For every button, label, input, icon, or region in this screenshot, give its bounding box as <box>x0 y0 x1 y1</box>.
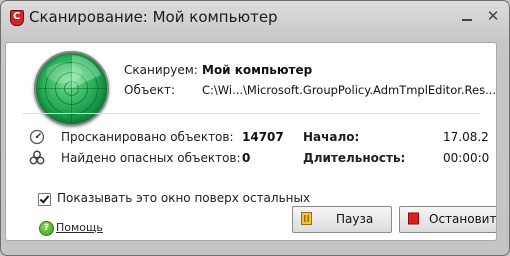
start-label: Начало: <box>303 130 360 144</box>
app-shield-icon <box>10 10 24 26</box>
stop-label: Остановить <box>429 212 497 226</box>
on-top-checkbox[interactable] <box>38 193 51 206</box>
minimize-button[interactable] <box>459 9 475 23</box>
biohazard-icon <box>29 150 45 165</box>
object-path: C:\Wi...\Microsoft.GroupPolicy.AdmTmplEd… <box>202 83 497 97</box>
scan-window: Сканирование: Мой компьютер ✕ Сканируем:… <box>0 0 510 256</box>
help-icon[interactable]: ? <box>39 221 54 236</box>
duration-label: Длительность: <box>303 151 406 165</box>
close-button[interactable]: ✕ <box>485 9 501 24</box>
on-top-label[interactable]: Показывать это окно поверх остальных <box>57 191 310 205</box>
pause-label: Пауза <box>336 212 374 226</box>
pause-button[interactable]: Пауза <box>292 206 392 233</box>
minimize-icon <box>462 19 472 21</box>
help-link[interactable]: Помощь <box>56 221 103 234</box>
window-title: Сканирование: Мой компьютер <box>29 8 278 26</box>
duration-value: 00:00:0 <box>443 151 490 165</box>
scanned-objects-label: Просканировано объектов: <box>61 130 234 144</box>
scanned-objects-value: 14707 <box>242 130 284 144</box>
threats-found-value: 0 <box>242 151 251 165</box>
pause-icon <box>301 212 312 225</box>
stop-icon <box>408 212 419 225</box>
start-value: 17.08.2 <box>443 130 489 144</box>
scan-panel: Сканируем: Мой компьютер Объект: C:\Wi..… <box>5 42 497 241</box>
divider <box>22 113 480 114</box>
gauge-icon <box>29 129 45 145</box>
scanning-label: Сканируем: <box>124 63 198 77</box>
object-label: Объект: <box>124 83 175 97</box>
title-bar[interactable]: Сканирование: Мой компьютер ✕ <box>1 1 509 39</box>
stop-button[interactable]: Остановить <box>399 206 497 233</box>
radar-scan-icon <box>34 51 109 126</box>
threats-found-label: Найдено опасных объектов: <box>61 151 241 165</box>
scanning-target: Мой компьютер <box>202 63 313 77</box>
